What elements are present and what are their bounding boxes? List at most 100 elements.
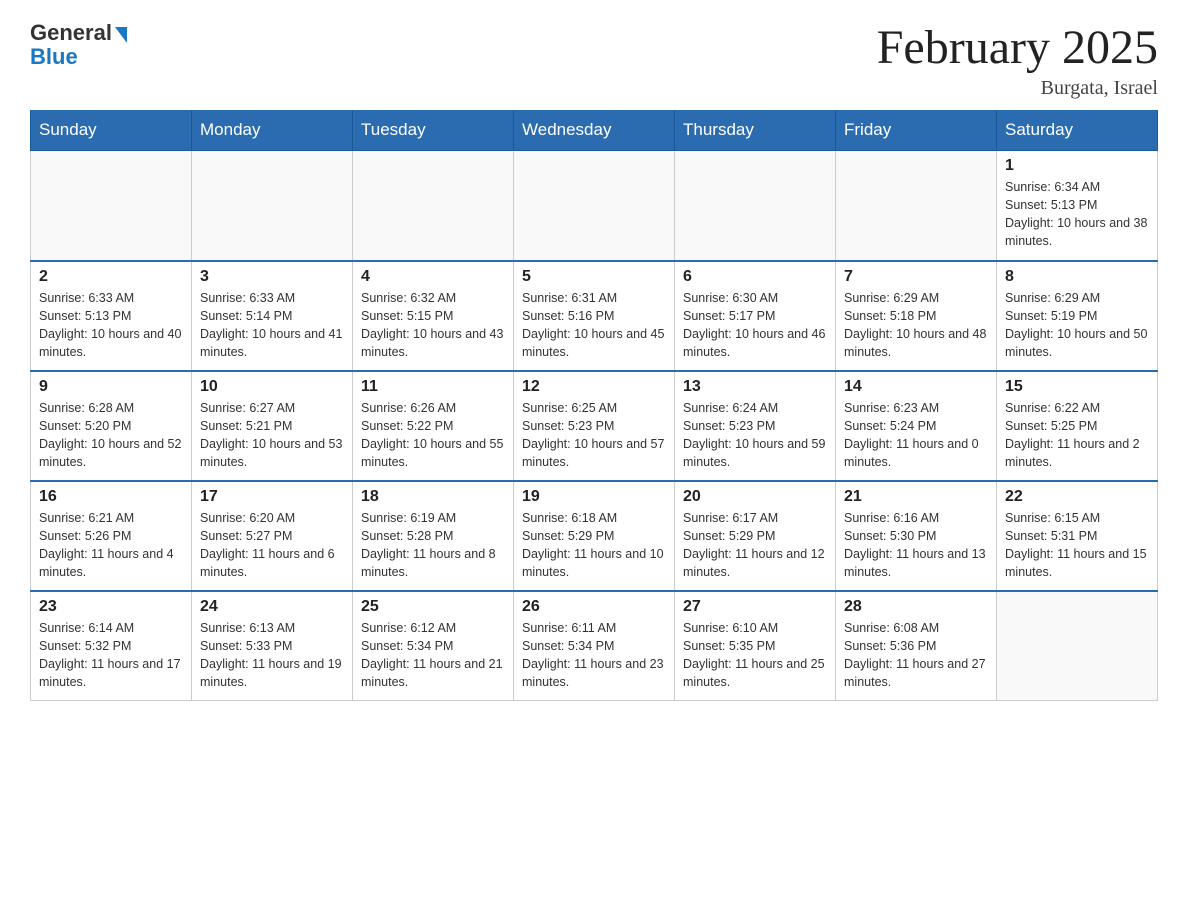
day-number: 2 xyxy=(39,268,183,286)
calendar-cell: 28 Sunrise: 6:08 AMSunset: 5:36 PMDayligh… xyxy=(836,591,997,701)
day-info: Sunrise: 6:34 AMSunset: 5:13 PMDaylight:… xyxy=(1005,178,1149,251)
weekday-header-monday: Monday xyxy=(192,110,353,151)
day-info: Sunrise: 6:25 AMSunset: 5:23 PMDaylight:… xyxy=(522,399,666,472)
calendar-cell: 16 Sunrise: 6:21 AMSunset: 5:26 PMDayligh… xyxy=(31,481,192,591)
day-info: Sunrise: 6:29 AMSunset: 5:18 PMDaylight:… xyxy=(844,289,988,362)
calendar-cell: 17 Sunrise: 6:20 AMSunset: 5:27 PMDayligh… xyxy=(192,481,353,591)
calendar-cell: 22 Sunrise: 6:15 AMSunset: 5:31 PMDayligh… xyxy=(997,481,1158,591)
day-number: 6 xyxy=(683,268,827,286)
logo-general-text: General xyxy=(30,20,112,46)
calendar-cell: 14 Sunrise: 6:23 AMSunset: 5:24 PMDayligh… xyxy=(836,371,997,481)
day-number: 27 xyxy=(683,598,827,616)
calendar-cell xyxy=(192,151,353,261)
calendar-cell: 20 Sunrise: 6:17 AMSunset: 5:29 PMDayligh… xyxy=(675,481,836,591)
calendar-cell: 6 Sunrise: 6:30 AMSunset: 5:17 PMDaylight… xyxy=(675,261,836,371)
day-number: 18 xyxy=(361,488,505,506)
title-section: February 2025 Burgata, Israel xyxy=(877,20,1158,100)
logo: General Blue xyxy=(30,20,127,70)
month-title: February 2025 xyxy=(877,20,1158,75)
weekday-header-friday: Friday xyxy=(836,110,997,151)
day-info: Sunrise: 6:33 AMSunset: 5:13 PMDaylight:… xyxy=(39,289,183,362)
weekday-header-thursday: Thursday xyxy=(675,110,836,151)
day-number: 3 xyxy=(200,268,344,286)
calendar-cell: 19Sunrise: 6:18 AMSunset: 5:29 PMDayligh… xyxy=(514,481,675,591)
day-info: Sunrise: 6:31 AMSunset: 5:16 PMDaylight:… xyxy=(522,289,666,362)
day-info: Sunrise: 6:08 AMSunset: 5:36 PMDaylight:… xyxy=(844,619,988,692)
weekday-header-sunday: Sunday xyxy=(31,110,192,151)
calendar-cell: 7 Sunrise: 6:29 AMSunset: 5:18 PMDaylight… xyxy=(836,261,997,371)
day-info: Sunrise: 6:10 AMSunset: 5:35 PMDaylight:… xyxy=(683,619,827,692)
calendar-cell xyxy=(353,151,514,261)
day-number: 13 xyxy=(683,378,827,396)
calendar-cell: 15 Sunrise: 6:22 AMSunset: 5:25 PMDayligh… xyxy=(997,371,1158,481)
week-row-1: 1 Sunrise: 6:34 AMSunset: 5:13 PMDaylight… xyxy=(31,151,1158,261)
day-info: Sunrise: 6:24 AMSunset: 5:23 PMDaylight:… xyxy=(683,399,827,472)
day-info: Sunrise: 6:32 AMSunset: 5:15 PMDaylight:… xyxy=(361,289,505,362)
day-number: 26 xyxy=(522,598,666,616)
day-info: Sunrise: 6:16 AMSunset: 5:30 PMDaylight:… xyxy=(844,509,988,582)
weekday-header-saturday: Saturday xyxy=(997,110,1158,151)
day-info: Sunrise: 6:15 AMSunset: 5:31 PMDaylight:… xyxy=(1005,509,1149,582)
week-row-2: 2 Sunrise: 6:33 AMSunset: 5:13 PMDaylight… xyxy=(31,261,1158,371)
day-info: Sunrise: 6:20 AMSunset: 5:27 PMDaylight:… xyxy=(200,509,344,582)
day-number: 11 xyxy=(361,378,505,396)
day-info: Sunrise: 6:12 AMSunset: 5:34 PMDaylight:… xyxy=(361,619,505,692)
day-info: Sunrise: 6:18 AMSunset: 5:29 PMDaylight:… xyxy=(522,509,666,582)
week-row-3: 9 Sunrise: 6:28 AMSunset: 5:20 PMDaylight… xyxy=(31,371,1158,481)
day-number: 17 xyxy=(200,488,344,506)
page-header: General Blue February 2025 Burgata, Isra… xyxy=(30,20,1158,100)
calendar-cell xyxy=(514,151,675,261)
day-number: 7 xyxy=(844,268,988,286)
day-info: Sunrise: 6:28 AMSunset: 5:20 PMDaylight:… xyxy=(39,399,183,472)
day-info: Sunrise: 6:23 AMSunset: 5:24 PMDaylight:… xyxy=(844,399,988,472)
calendar-cell: 25 Sunrise: 6:12 AMSunset: 5:34 PMDayligh… xyxy=(353,591,514,701)
calendar-cell xyxy=(675,151,836,261)
day-info: Sunrise: 6:19 AMSunset: 5:28 PMDaylight:… xyxy=(361,509,505,582)
week-row-4: 16 Sunrise: 6:21 AMSunset: 5:26 PMDayligh… xyxy=(31,481,1158,591)
day-number: 4 xyxy=(361,268,505,286)
calendar-cell: 23 Sunrise: 6:14 AMSunset: 5:32 PMDayligh… xyxy=(31,591,192,701)
calendar-cell xyxy=(31,151,192,261)
day-number: 12 xyxy=(522,378,666,396)
day-number: 5 xyxy=(522,268,666,286)
day-number: 20 xyxy=(683,488,827,506)
day-number: 25 xyxy=(361,598,505,616)
day-number: 16 xyxy=(39,488,183,506)
day-number: 8 xyxy=(1005,268,1149,286)
calendar-cell: 18 Sunrise: 6:19 AMSunset: 5:28 PMDayligh… xyxy=(353,481,514,591)
day-number: 22 xyxy=(1005,488,1149,506)
day-info: Sunrise: 6:17 AMSunset: 5:29 PMDaylight:… xyxy=(683,509,827,582)
day-number: 28 xyxy=(844,598,988,616)
day-info: Sunrise: 6:22 AMSunset: 5:25 PMDaylight:… xyxy=(1005,399,1149,472)
calendar-cell: 13 Sunrise: 6:24 AMSunset: 5:23 PMDayligh… xyxy=(675,371,836,481)
day-info: Sunrise: 6:26 AMSunset: 5:22 PMDaylight:… xyxy=(361,399,505,472)
day-info: Sunrise: 6:11 AMSunset: 5:34 PMDaylight:… xyxy=(522,619,666,692)
day-number: 1 xyxy=(1005,157,1149,175)
day-info: Sunrise: 6:27 AMSunset: 5:21 PMDaylight:… xyxy=(200,399,344,472)
weekday-header-tuesday: Tuesday xyxy=(353,110,514,151)
calendar-cell: 2 Sunrise: 6:33 AMSunset: 5:13 PMDaylight… xyxy=(31,261,192,371)
calendar-table: SundayMondayTuesdayWednesdayThursdayFrid… xyxy=(30,110,1158,701)
calendar-cell: 24 Sunrise: 6:13 AMSunset: 5:33 PMDayligh… xyxy=(192,591,353,701)
day-info: Sunrise: 6:13 AMSunset: 5:33 PMDaylight:… xyxy=(200,619,344,692)
day-number: 9 xyxy=(39,378,183,396)
calendar-cell: 3 Sunrise: 6:33 AMSunset: 5:14 PMDaylight… xyxy=(192,261,353,371)
logo-arrow-icon xyxy=(115,27,127,43)
day-info: Sunrise: 6:33 AMSunset: 5:14 PMDaylight:… xyxy=(200,289,344,362)
calendar-cell: 5 Sunrise: 6:31 AMSunset: 5:16 PMDaylight… xyxy=(514,261,675,371)
day-info: Sunrise: 6:30 AMSunset: 5:17 PMDaylight:… xyxy=(683,289,827,362)
day-number: 24 xyxy=(200,598,344,616)
calendar-cell: 11 Sunrise: 6:26 AMSunset: 5:22 PMDayligh… xyxy=(353,371,514,481)
calendar-cell: 1 Sunrise: 6:34 AMSunset: 5:13 PMDaylight… xyxy=(997,151,1158,261)
day-number: 14 xyxy=(844,378,988,396)
logo-blue-text: Blue xyxy=(30,44,78,70)
day-number: 15 xyxy=(1005,378,1149,396)
calendar-cell: 12 Sunrise: 6:25 AMSunset: 5:23 PMDayligh… xyxy=(514,371,675,481)
weekday-header-wednesday: Wednesday xyxy=(514,110,675,151)
calendar-cell: 4 Sunrise: 6:32 AMSunset: 5:15 PMDaylight… xyxy=(353,261,514,371)
calendar-cell: 8Sunrise: 6:29 AMSunset: 5:19 PMDaylight… xyxy=(997,261,1158,371)
day-info: Sunrise: 6:14 AMSunset: 5:32 PMDaylight:… xyxy=(39,619,183,692)
calendar-cell xyxy=(997,591,1158,701)
day-number: 23 xyxy=(39,598,183,616)
day-info: Sunrise: 6:21 AMSunset: 5:26 PMDaylight:… xyxy=(39,509,183,582)
